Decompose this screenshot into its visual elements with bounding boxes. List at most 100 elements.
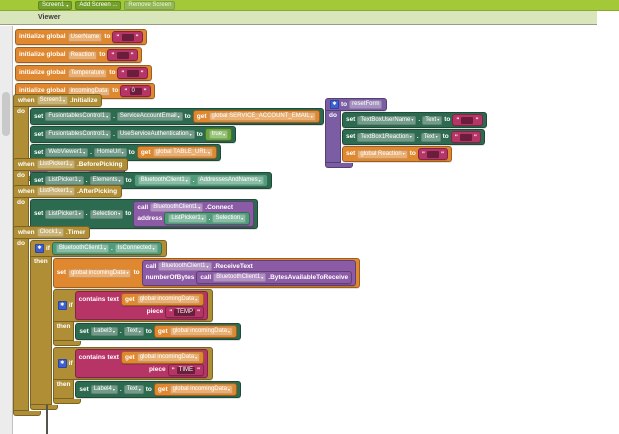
dropdown-field[interactable]: ListPicker1 ▾ <box>45 176 84 185</box>
dropdown-field[interactable]: BluetoothClient1 ▾ <box>137 176 191 185</box>
string-input[interactable] <box>459 133 472 141</box>
get-global-incomingdata-block[interactable]: get global incomingData ▾ <box>120 351 205 364</box>
if-contains-time-block[interactable]: ✱ if contains text get global incomingData ▾ pi… <box>52 347 241 404</box>
empty-text-block[interactable]: " " <box>112 31 143 43</box>
dropdown-field[interactable]: ListPicker1 ▾ <box>36 160 75 169</box>
remove-screen-button[interactable]: Remove Screen <box>124 0 176 10</box>
dropdown-field[interactable]: BluetoothClient1 ▾ <box>55 244 109 253</box>
dropdown-field[interactable]: BluetoothClient1 ▾ <box>150 203 204 212</box>
dropdown-field[interactable]: IsConnected ▾ <box>114 244 158 253</box>
bluetoothclient1-isconnected-block[interactable]: BluetoothClient1 ▾. IsConnected ▾ <box>51 242 162 255</box>
dropdown-field[interactable]: HomeUrl ▾ <box>93 148 127 157</box>
mutator-icon[interactable]: ✱ <box>57 359 67 368</box>
dropdown-field[interactable]: ListPicker1 ▾ <box>168 214 207 223</box>
dropdown-field[interactable]: global TABLE_URL ▾ <box>152 148 214 157</box>
get-global-service-account-email-block[interactable]: get global SERVICE_ACCOUNT_EMAIL ▾ <box>192 110 320 123</box>
string-input[interactable] <box>116 51 129 59</box>
dropdown-field[interactable]: Selection ▾ <box>212 214 247 223</box>
dropdown-field[interactable]: ListPicker1 ▾ <box>36 187 75 196</box>
procedure-resetform-block[interactable]: ✱ to resetForm do set TextBoxUserName ▾. Text ▾ t… <box>325 98 487 168</box>
empty-text-block[interactable]: " " <box>117 67 148 79</box>
initialize-global-username-block[interactable]: initialize global UserName to " " <box>15 29 147 45</box>
block-stack-resetform-procedure[interactable]: ✱ to resetForm do set TextBoxUserName ▾. Text ▾ t… <box>325 98 487 170</box>
block-stack-clock-timer[interactable]: when Clock1 ▾ .Timer do ✱ if BluetoothClient1 ▾.… <box>13 226 361 418</box>
empty-text-block[interactable]: " " <box>417 148 449 160</box>
dropdown-field[interactable]: Reaction <box>67 50 98 60</box>
string-input[interactable]: TEMP <box>174 308 196 316</box>
set-textbox1reaction-text-block[interactable]: set TextBox1Reaction ▾. Text ▾ to " " <box>341 129 485 145</box>
mutator-icon[interactable]: ✱ <box>34 244 44 253</box>
dropdown-field[interactable]: Clock1 ▾ <box>36 228 64 237</box>
if-contains-temp-block[interactable]: ✱ if contains text get global incomingData ▾ pi… <box>52 289 241 346</box>
get-global-incomingdata-block[interactable]: get global incomingData ▾ <box>153 383 237 396</box>
left-scrollbar[interactable] <box>0 26 13 434</box>
contains-text-time-block[interactable]: contains text get global incomingData ▾ piece… <box>74 349 209 378</box>
dropdown-field[interactable]: Label3 ▾ <box>90 327 118 336</box>
get-global-incomingdata-block[interactable]: get global incomingData ▾ <box>120 293 205 306</box>
block-stack-globals[interactable]: initialize global UserName to " " initialize … <box>15 29 155 101</box>
dropdown-field[interactable]: global Reaction ▾ <box>357 149 408 159</box>
text-temp-block[interactable]: " TEMP " <box>165 306 205 318</box>
dropdown-field[interactable]: Text ▾ <box>422 115 443 125</box>
get-global-incomingdata-block[interactable]: get global incomingData ▾ <box>153 325 237 338</box>
dropdown-field[interactable]: BluetoothClient1 ▾ <box>158 262 212 271</box>
call-receivetext-block[interactable]: call BluetoothClient1 ▾ .ReceiveText numberO… <box>141 260 357 286</box>
dropdown-field[interactable]: global incomingData ▾ <box>169 327 233 336</box>
set-serviceaccountemail-block[interactable]: set FusiontablesControl1 ▾. ServiceAccountE… <box>29 108 324 125</box>
dropdown-field[interactable]: UseServiceAuthentication ▾ <box>116 130 195 139</box>
call-bluetoothclient1-connect-block[interactable]: call BluetoothClient1 ▾ .Connect address List… <box>133 201 255 227</box>
contains-text-temp-block[interactable]: contains text get global incomingData ▾ piece… <box>74 291 209 320</box>
dropdown-field[interactable]: resetForm <box>349 100 383 109</box>
empty-text-block[interactable]: " " <box>450 131 481 143</box>
if-isconnected-block[interactable]: ✱ if BluetoothClient1 ▾. IsConnected ▾ then set… <box>29 240 361 410</box>
screen-selector-button[interactable]: Screen1 ▾ <box>38 0 73 10</box>
dropdown-field[interactable]: Elements ▾ <box>89 176 124 185</box>
dropdown-field[interactable]: ListPicker1 ▾ <box>45 209 84 219</box>
string-input[interactable] <box>426 150 439 158</box>
call-bytesavailabletoreceive-block[interactable]: call BluetoothClient1 ▾ .BytesAvailableToRe… <box>196 271 353 284</box>
empty-text-block[interactable]: " " <box>452 114 483 126</box>
dropdown-field[interactable]: Screen1 ▾ <box>36 96 68 105</box>
dropdown-field[interactable]: global incomingData ▾ <box>68 268 132 278</box>
dropdown-field[interactable]: global incomingData ▾ <box>136 295 201 304</box>
dropdown-field[interactable]: Label4 ▾ <box>90 385 118 394</box>
dropdown-field[interactable]: ServiceAccountEmail ▾ <box>116 112 183 121</box>
set-listpicker1-selection-block[interactable]: set ListPicker1 ▾. Selection ▾ to call Bluetoot… <box>29 199 259 229</box>
dropdown-field[interactable]: AddressesAndNames ▾ <box>196 176 264 185</box>
initialize-global-temperature-block[interactable]: initialize global Temperature to " " <box>15 65 152 81</box>
mutator-icon[interactable]: ✱ <box>57 301 67 310</box>
dropdown-field[interactable]: Temperature <box>67 68 108 78</box>
dropdown-field[interactable]: true ▾ <box>208 130 229 139</box>
dropdown-field[interactable]: global SERVICE_ACCOUNT_EMAIL ▾ <box>208 112 316 121</box>
string-input[interactable] <box>126 69 139 77</box>
dropdown-field[interactable]: WebViewer1▾ <box>45 148 89 157</box>
string-input[interactable] <box>461 116 474 124</box>
string-input[interactable]: TIME <box>176 366 196 374</box>
dropdown-field[interactable]: global incomingData ▾ <box>169 385 233 394</box>
set-textboxusername-text-block[interactable]: set TextBoxUserName ▾. Text ▾ to " " <box>341 112 487 128</box>
initialize-global-reaction-block[interactable]: initialize global Reaction to " " <box>15 47 142 63</box>
dropdown-field[interactable]: Text ▾ <box>420 132 441 142</box>
dropdown-field[interactable]: global incomingData ▾ <box>136 353 201 362</box>
logic-true-block[interactable]: true ▾ <box>204 128 233 141</box>
dropdown-field[interactable]: FusiontablesControl1 ▾ <box>45 130 112 139</box>
set-global-incomingdata-block[interactable]: set global incomingData ▾ to call BluetoothCl… <box>52 258 361 288</box>
dropdown-field[interactable]: Text ▾ <box>123 327 144 336</box>
event-clock1-timer-block[interactable]: when Clock1 ▾ .Timer do ✱ if BluetoothClient1 ▾.… <box>13 226 361 416</box>
string-input[interactable] <box>121 33 134 41</box>
dropdown-field[interactable]: TextBox1Reaction ▾ <box>357 132 415 142</box>
set-label4-text-block[interactable]: set Label4 ▾. Text ▾ to get global incomingData… <box>75 381 241 398</box>
mutator-icon[interactable]: ✱ <box>330 100 339 109</box>
set-label3-text-block[interactable]: set Label3 ▾. Text ▾ to get global incomingData… <box>75 323 241 340</box>
dropdown-field[interactable]: FusiontablesControl1 ▾ <box>45 112 112 121</box>
empty-text-block[interactable]: " " <box>107 49 138 61</box>
dropdown-field[interactable]: Text ▾ <box>123 385 144 394</box>
add-screen-button[interactable]: Add Screen ... <box>75 0 122 10</box>
scrollbar-thumb[interactable] <box>2 92 10 136</box>
set-useserviceauthentication-block[interactable]: set FusiontablesControl1 ▾. UseServiceAuthe… <box>29 126 237 143</box>
dropdown-field[interactable]: UserName <box>67 32 103 42</box>
listpicker1-selection-getter-block[interactable]: ListPicker1 ▾. Selection ▾ <box>164 212 251 225</box>
dropdown-field[interactable]: BluetoothClient1 ▾ <box>213 273 267 282</box>
text-time-block[interactable]: " TIME " <box>167 364 205 376</box>
blocks-canvas[interactable]: initialize global UserName to " " initialize … <box>0 0 619 434</box>
